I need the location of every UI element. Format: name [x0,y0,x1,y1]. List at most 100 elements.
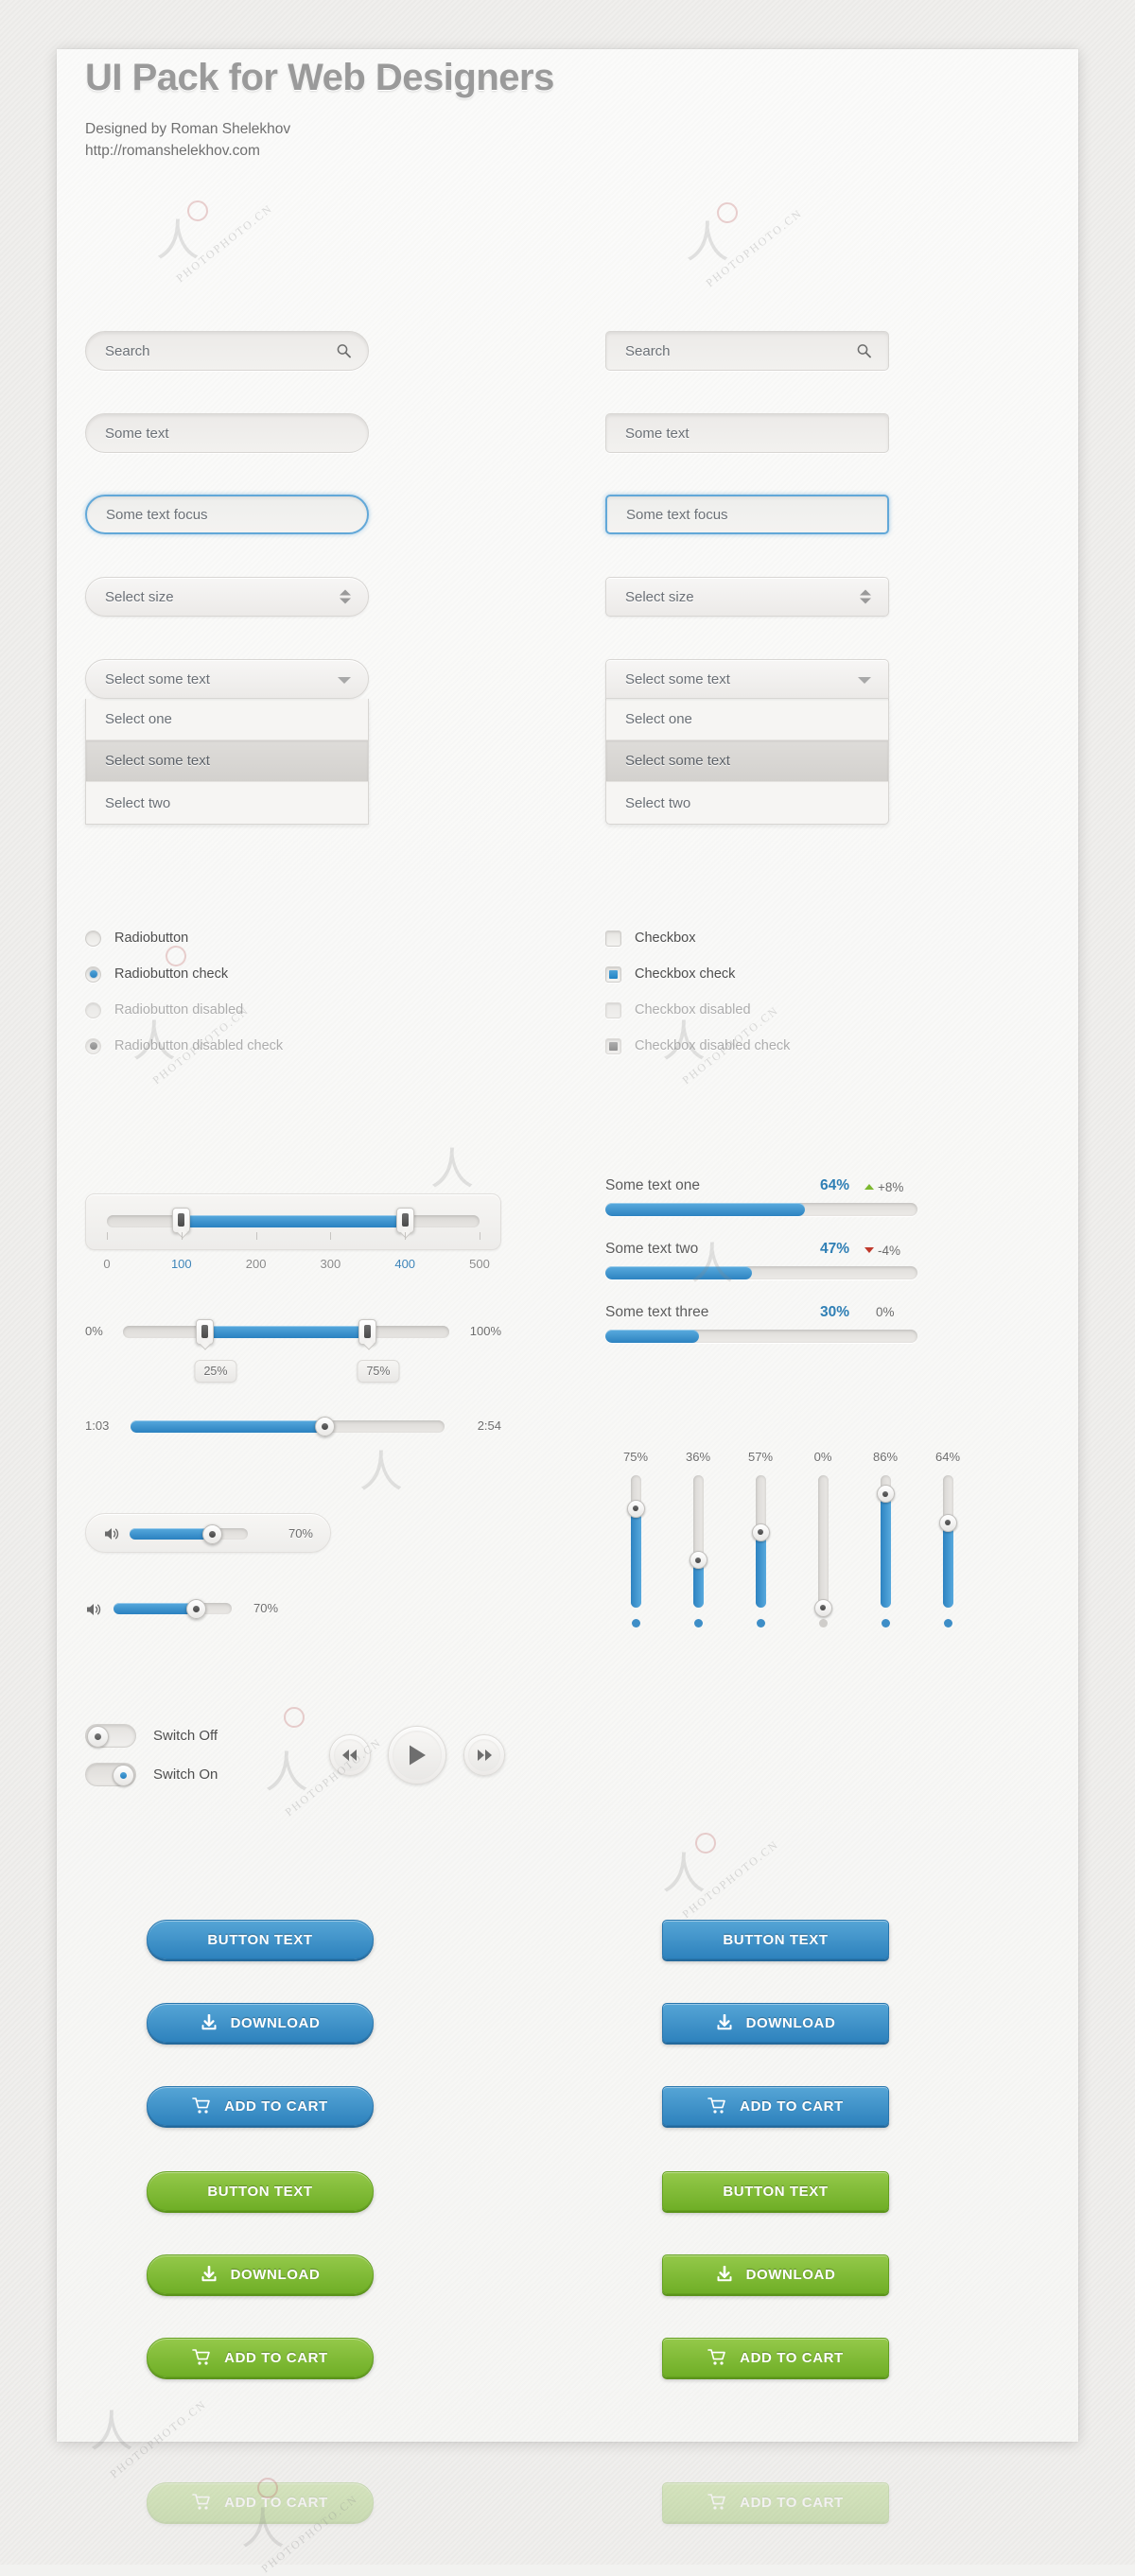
progress-delta: +8% [864,1180,917,1194]
media-track[interactable] [131,1417,445,1436]
dropdown-list-square[interactable]: Select one Select some text Select two [605,699,889,825]
percent-range-slider[interactable]: 0% 100% [85,1319,501,1345]
vertical-slider-track[interactable] [938,1475,957,1608]
vertical-slider[interactable]: 75% [620,1450,651,1627]
download-button-blue-rounded[interactable]: DOWNLOAD [147,2003,374,2043]
chevron-down-icon[interactable] [858,677,871,684]
checkbox-row[interactable]: Checkbox check [605,963,790,985]
switch-row-off[interactable]: Switch Off [85,1724,218,1748]
text-input-square[interactable]: Some text [605,413,889,453]
range-slider-ticked[interactable]: 0 100 200 300 400 500 [85,1193,501,1271]
byline: Designed by Roman Shelekhov http://roman… [85,118,554,162]
add-to-cart-button-blue-rounded[interactable]: ADD TO CART [147,2086,374,2126]
vertical-slider-knob[interactable] [876,1485,895,1504]
dropdown-option-selected[interactable]: Select some text [606,740,888,782]
range-track[interactable] [107,1208,480,1233]
checkbox-icon[interactable] [605,930,621,947]
add-to-cart-button-faded-rounded[interactable]: ADD TO CART [147,2482,374,2522]
add-to-cart-button-green-square[interactable]: ADD TO CART [662,2338,889,2377]
search-icon[interactable] [337,344,351,358]
add-to-cart-button-blue-square[interactable]: ADD TO CART [662,2086,889,2126]
vertical-slider[interactable]: 57% [745,1450,776,1627]
button-text-blue-square[interactable]: BUTTON TEXT [662,1920,889,1959]
download-button-green-rounded[interactable]: DOWNLOAD [147,2254,374,2294]
media-knob[interactable] [315,1417,336,1436]
add-to-cart-button-green-rounded[interactable]: ADD TO CART [147,2338,374,2377]
vertical-slider[interactable]: 0% [808,1450,838,1627]
text-input-focused-rounded[interactable]: Some text focus [85,495,369,534]
fast-forward-icon[interactable] [463,1734,505,1776]
percent-track[interactable] [123,1319,449,1345]
button-text-green-rounded[interactable]: BUTTON TEXT [147,2171,374,2211]
button-text-blue-rounded[interactable]: BUTTON TEXT [147,1920,374,1959]
radio-icon[interactable] [85,930,101,947]
radio-row[interactable]: Radiobutton [85,927,283,949]
percent-handle-low[interactable] [195,1319,214,1345]
volume-track[interactable] [130,1523,248,1544]
chevron-down-icon[interactable] [338,677,351,684]
text-input-rounded[interactable]: Some text [85,413,369,453]
vertical-slider-knob[interactable] [813,1598,832,1617]
volume-slider-framed[interactable]: 70% [85,1513,331,1553]
progress-fill [605,1266,753,1279]
vertical-slider[interactable]: 64% [933,1450,963,1627]
range-handle-high[interactable] [395,1208,414,1233]
dropdown-option[interactable]: Select one [86,699,368,740]
range-handle-low[interactable] [172,1208,191,1233]
switch-row-on[interactable]: Switch On [85,1763,218,1786]
select-size-rounded[interactable]: Select size [85,577,369,617]
vertical-slider-track[interactable] [751,1475,770,1608]
vertical-slider-track[interactable] [626,1475,645,1608]
checkbox-icon-disabled-checked [605,1037,621,1054]
search-input-rounded[interactable]: Search [85,331,369,371]
percent-bubble-low: 25% [194,1360,237,1383]
dropdown-option[interactable]: Select one [606,699,888,740]
button-text-green-square[interactable]: BUTTON TEXT [662,2171,889,2211]
radio-icon-checked[interactable] [85,966,101,983]
vertical-slider-track[interactable] [813,1475,832,1617]
vertical-slider-knob[interactable] [689,1551,707,1570]
vertical-slider-track[interactable] [876,1475,895,1608]
play-icon[interactable] [388,1726,446,1784]
volume-knob[interactable] [202,1523,222,1544]
volume-slider-plain[interactable]: 70% [85,1598,322,1621]
select-dropdown-square[interactable]: Select some text [605,659,889,699]
toggle-switch-off[interactable] [85,1724,136,1748]
checkbox-icon-checked[interactable] [605,966,621,983]
up-down-arrows-icon[interactable] [340,589,351,604]
volume-knob[interactable] [186,1598,206,1619]
dropdown-option[interactable]: Select two [86,782,368,824]
progress-delta-value: +8% [878,1179,904,1194]
volume-track[interactable] [114,1598,232,1619]
download-button-blue-square[interactable]: DOWNLOAD [662,2003,889,2043]
vertical-slider-knob[interactable] [938,1513,957,1532]
vertical-slider-track[interactable] [689,1475,707,1608]
search-input-square[interactable]: Search [605,331,889,371]
media-player-controls[interactable] [329,1726,505,1784]
up-down-arrows-icon[interactable] [860,589,871,604]
volume-icon[interactable] [85,1601,102,1623]
dropdown-option-selected[interactable]: Select some text [86,740,368,782]
vertical-slider-group[interactable]: 75% 36% 57% 0% 86% 64% [613,1450,963,1627]
add-to-cart-button-faded-square[interactable]: ADD TO CART [662,2482,889,2522]
vertical-slider-knob[interactable] [751,1523,770,1541]
vertical-slider[interactable]: 36% [683,1450,713,1627]
text-input-focused-square[interactable]: Some text focus [605,495,889,534]
dropdown-list-rounded[interactable]: Select one Select some text Select two [85,699,369,825]
vertical-slider[interactable]: 86% [870,1450,900,1627]
media-progress-slider[interactable]: 1:03 2:54 [85,1417,501,1437]
percent-handle-high[interactable] [358,1319,377,1345]
download-button-green-square[interactable]: DOWNLOAD [662,2254,889,2294]
select-size-square[interactable]: Select size [605,577,889,617]
search-icon[interactable] [857,344,871,358]
vertical-slider-knob[interactable] [626,1499,645,1518]
media-elapsed: 1:03 [85,1419,110,1433]
vertical-slider-label: 57% [747,1450,774,1464]
volume-icon[interactable] [103,1525,120,1547]
radio-row[interactable]: Radiobutton check [85,963,283,985]
rewind-icon[interactable] [329,1734,371,1776]
checkbox-row[interactable]: Checkbox [605,927,790,949]
toggle-switch-on[interactable] [85,1763,136,1786]
select-dropdown-rounded[interactable]: Select some text [85,659,369,699]
dropdown-option[interactable]: Select two [606,782,888,824]
